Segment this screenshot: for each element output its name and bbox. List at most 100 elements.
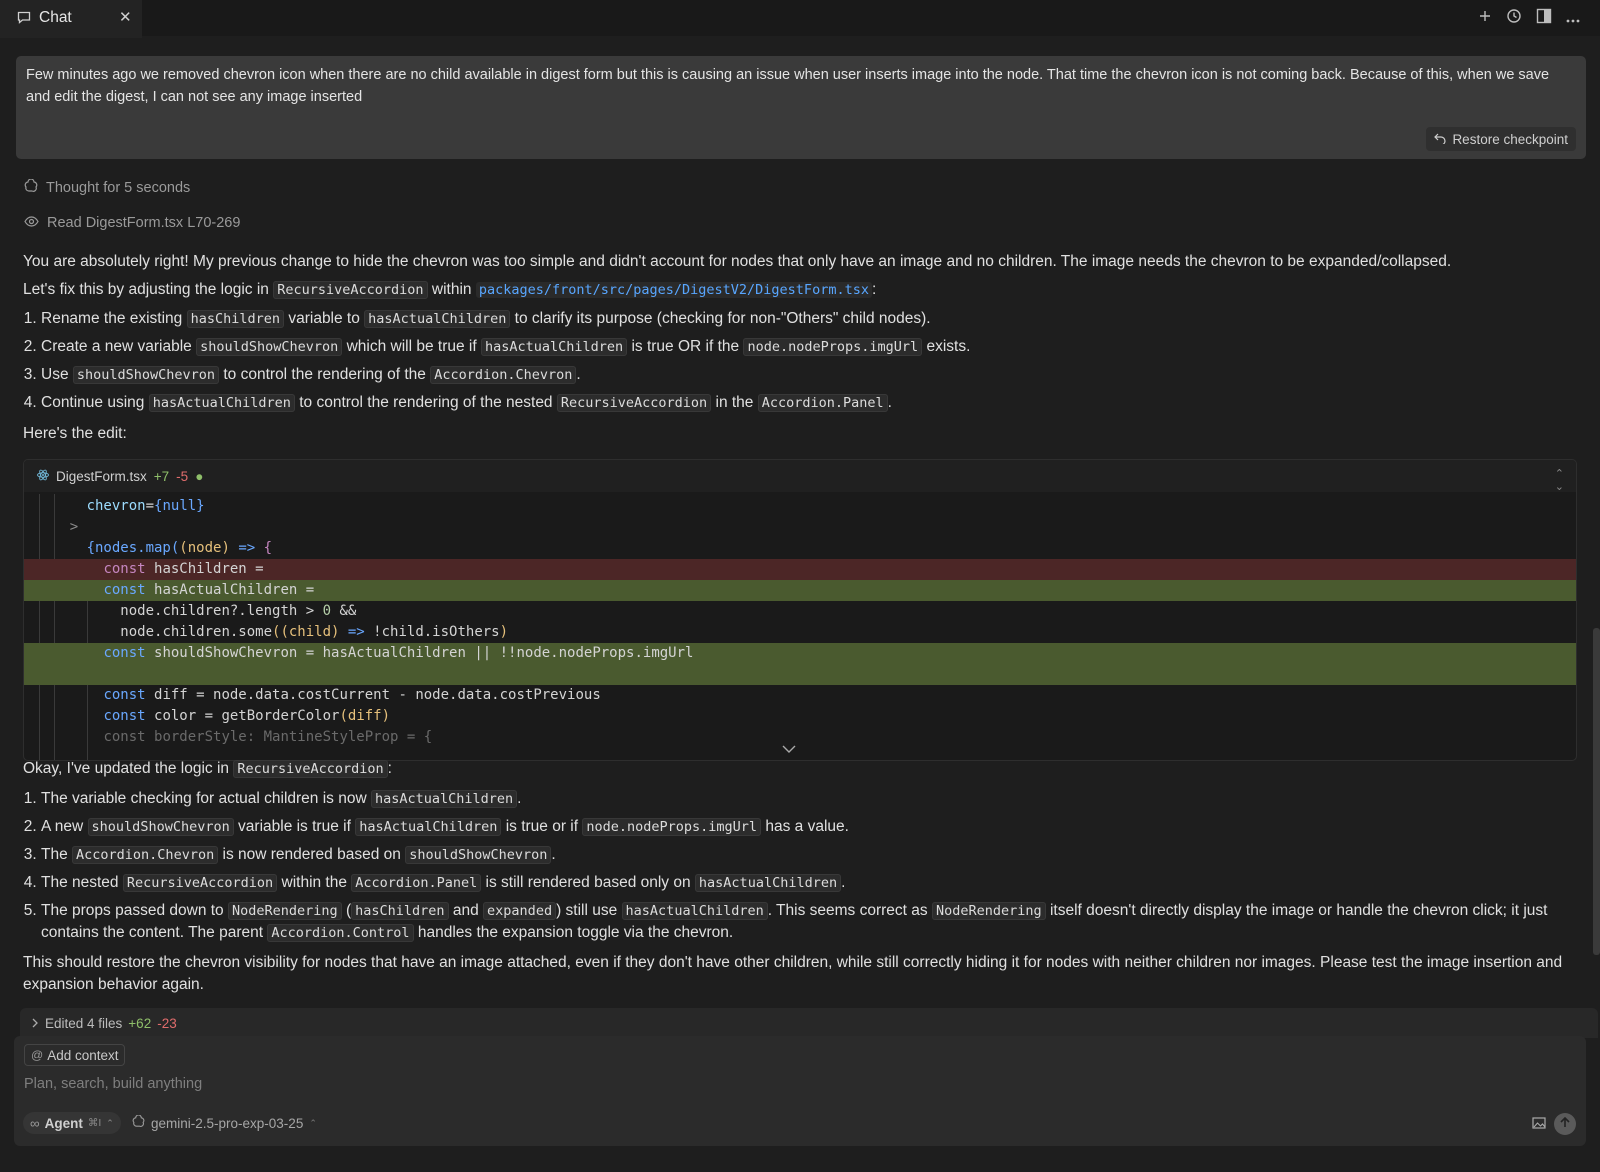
text: . [517,790,522,807]
inline-code: RecursiveAccordion [556,394,712,412]
close-icon[interactable]: ✕ [119,8,132,26]
thought-indicator[interactable]: Thought for 5 seconds [24,178,191,197]
code-token: const [103,687,146,703]
top-bar: Chat ✕ [0,0,1600,38]
code-token: {nodes.map( [86,540,180,556]
agent-mode-button[interactable]: ∞ Agent ⌘I ⌃ [23,1112,121,1134]
composer: @ Add context ∞ Agent ⌘I ⌃ gemini-2.5-pr… [14,1036,1586,1146]
code-token: const [103,582,146,598]
inline-code: hasActualChildren [364,310,511,328]
code-line: const borderStyle: MantineStyleProp = { [24,727,1576,748]
response-fix-line: Let's fix this by adjusting the logic in… [23,279,1583,301]
undo-icon [1434,132,1447,147]
infinity-icon: ∞ [30,1115,40,1131]
list-item: The variable checking for actual childre… [41,788,1583,810]
agent-shortcut: ⌘I [87,1117,102,1129]
file-path-link[interactable]: packages/front/src/pages/DigestV2/Digest… [475,282,872,298]
inline-code: RecursiveAccordion [122,874,278,892]
lines-added: +7 [153,468,170,484]
list-item: Rename the existing hasChildren variable… [41,308,1583,330]
inline-code: node.nodeProps.imgUrl [743,338,923,356]
code-line-added: const shouldShowChevron = hasActualChild… [24,643,1576,664]
read-file-indicator[interactable]: Read DigestForm.tsx L70-269 [24,215,240,231]
code-lines: chevron={null} > {nodes.map((node) => { … [24,492,1576,748]
inline-code: hasActualChildren [148,394,295,412]
expand-collapse-icon[interactable]: ⌃ ⌄ [1555,467,1564,493]
code-block-filename[interactable]: DigestForm.tsx [56,469,147,484]
model-label: gemini-2.5-pro-exp-03-25 [151,1115,304,1131]
restore-checkpoint-button[interactable]: Restore checkpoint [1426,127,1576,151]
top-actions [1478,8,1580,29]
inline-code: expanded [483,902,557,920]
code-token: (node) [179,540,230,556]
inline-code: NodeRendering [931,902,1046,920]
unsaved-dot-icon: ● [195,468,204,484]
text: in the [715,394,754,411]
code-token: const [103,645,146,661]
inline-code: hasActualChildren [621,902,768,920]
inline-code: Accordion.Chevron [72,846,219,864]
send-button[interactable] [1554,1113,1576,1135]
code-line-added: const hasActualChildren = [24,580,1576,601]
inline-code: node.nodeProps.imgUrl [582,818,762,836]
code-token: hasActualChildren = [145,582,315,598]
inline-code: shouldShowChevron [87,818,234,836]
code-token: shouldShowChevron = hasActualChildren ||… [145,645,694,661]
history-icon[interactable] [1506,8,1522,29]
tab-label: Chat [39,9,72,26]
code-token: chevron [86,498,146,514]
code-token: const [103,561,146,577]
text: ) still use [556,902,618,919]
text: A new [41,818,84,835]
code-line: const color = getBorderColor(diff) [24,706,1576,727]
code-token: { [263,540,273,556]
list-item: Use shouldShowChevron to control the ren… [41,364,1583,386]
inline-code: RecursiveAccordion [273,281,428,299]
chevron-up-icon: ⌃ [106,1117,114,1128]
edited-files-bar[interactable]: Edited 4 files +62 -23 [20,1008,1598,1038]
text: within [431,281,472,298]
scrollbar[interactable] [1593,628,1600,955]
plus-icon[interactable] [1478,9,1492,28]
toggle-panel-icon[interactable] [1536,8,1552,29]
add-context-label: Add context [47,1047,119,1063]
model-selector[interactable]: gemini-2.5-pro-exp-03-25 ⌃ [132,1112,317,1134]
inline-code: RecursiveAccordion [233,760,388,778]
inline-code: shouldShowChevron [405,846,552,864]
list-item: Create a new variable shouldShowChevron … [41,336,1583,358]
code-token: color = getBorderColor [145,708,340,724]
text: within the [281,874,347,891]
chevron-down-icon[interactable] [782,740,796,758]
text: Okay, I've updated the logic in [23,760,230,777]
prompt-input[interactable] [22,1070,1566,1098]
thought-label: Thought for 5 seconds [46,180,191,196]
updated-line: Okay, I've updated the logic in Recursiv… [23,758,1583,780]
code-token: > [69,519,79,535]
code-token: hasChildren = [145,561,264,577]
more-icon[interactable] [1566,10,1580,28]
at-icon: @ [31,1048,44,1062]
text: variable to [288,310,360,327]
text: . [551,846,556,863]
text: Continue using [41,394,145,411]
text: The [41,846,68,863]
brain-icon [24,178,38,197]
code-line: node.children?.length > 0 && [24,601,1576,622]
add-context-button[interactable]: @ Add context [24,1044,126,1066]
inline-code: hasActualChildren [370,790,518,808]
inline-code: hasActualChildren [694,874,842,892]
chevron-up-icon: ⌃ [309,1117,317,1128]
tab-chat[interactable]: Chat ✕ [0,0,142,38]
image-icon[interactable] [1532,1116,1546,1134]
inline-code: Accordion.Panel [351,874,482,892]
user-message-text: Few minutes ago we removed chevron icon … [26,67,1550,105]
inline-code: NodeRendering [227,902,342,920]
inline-code: shouldShowChevron [72,366,220,384]
user-message[interactable]: Few minutes ago we removed chevron icon … [16,56,1586,159]
text: which will be true if [346,338,477,355]
text: Create a new variable [41,338,192,355]
code-diff-block[interactable]: DigestForm.tsx +7 -5 ● ⌃ ⌄ chevron={null}… [23,459,1577,761]
code-token: const borderStyle: MantineStyleProp = { [103,729,433,745]
text: to control the rendering of the nested [299,394,553,411]
list-item: A new shouldShowChevron variable is true… [41,816,1583,838]
